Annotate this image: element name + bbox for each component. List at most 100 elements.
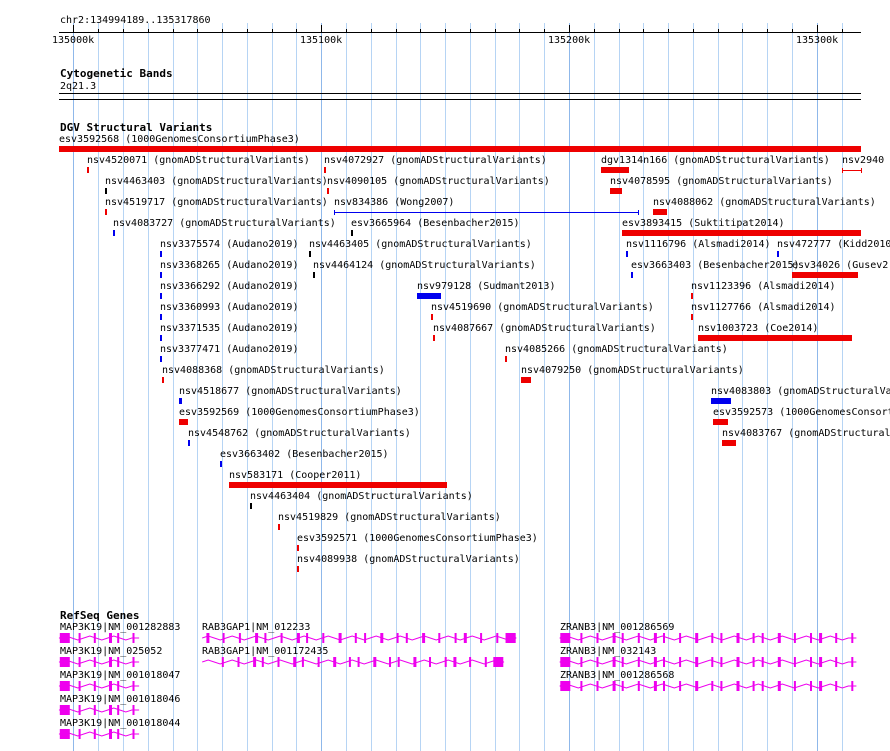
gene-exon <box>637 633 640 643</box>
refseq-gene-label[interactable]: RAB3GAP1|NM_001172435 <box>202 646 328 657</box>
gene-exon <box>221 657 224 667</box>
refseq-gene-model[interactable] <box>202 657 505 667</box>
refseq-gene-model[interactable] <box>58 657 140 667</box>
gene-exon <box>348 657 351 667</box>
gene-exon <box>93 633 96 643</box>
gene-exon <box>237 657 240 667</box>
gene-exon <box>777 657 781 667</box>
gene-exon <box>380 633 384 643</box>
gene-exon <box>711 681 714 691</box>
refseq-gene-model[interactable] <box>58 681 140 691</box>
refseq-gene-label[interactable]: ZRANB3|NM_001286568 <box>560 670 674 681</box>
gene-exon <box>736 681 740 691</box>
gene-exon <box>612 657 616 667</box>
refseq-gene-label[interactable]: RAB3GAP1|NM_012233 <box>202 622 310 633</box>
gene-exon <box>736 633 740 643</box>
gene-exon <box>322 633 325 643</box>
gene-exon <box>117 657 120 667</box>
gene-exon <box>596 681 599 691</box>
gene-exon <box>663 633 665 643</box>
gene-exon <box>132 729 135 739</box>
gene-exon <box>819 681 823 691</box>
gene-exon <box>835 633 838 643</box>
gene-exon <box>835 657 838 667</box>
refseq-gene-label[interactable]: MAP3K19|NM_001018044 <box>60 718 180 729</box>
gene-exon <box>93 681 96 691</box>
refseq-gene-label[interactable]: MAP3K19|NM_025052 <box>60 646 162 657</box>
gene-exon <box>296 633 300 643</box>
refseq-gene-label[interactable]: ZRANB3|NM_032143 <box>560 646 656 657</box>
gene-exon <box>364 633 367 643</box>
gene-exon <box>109 705 112 715</box>
gene-exon <box>679 633 682 643</box>
refseq-gene-model[interactable] <box>58 705 140 715</box>
refseq-gene-model[interactable] <box>559 681 857 691</box>
gene-exon <box>810 681 812 691</box>
gene-exon <box>484 657 487 667</box>
gene-exon <box>637 681 640 691</box>
gene-exon <box>132 657 135 667</box>
gene-exon <box>596 633 599 643</box>
gene-exon <box>695 681 699 691</box>
gene-exon <box>463 633 467 643</box>
gene-exon <box>333 657 337 667</box>
gene-exon <box>357 657 360 667</box>
gene-exon <box>653 633 657 643</box>
gene-exon <box>851 681 854 691</box>
refseq-gene-model[interactable] <box>559 633 857 643</box>
gene-exon <box>397 657 400 667</box>
gene-exon <box>109 681 112 691</box>
gene-exon <box>752 633 755 643</box>
gene-exon <box>580 681 583 691</box>
gene-exon <box>580 633 583 643</box>
refseq-gene-model[interactable] <box>202 633 517 643</box>
gene-exon <box>621 633 624 643</box>
gene-exon <box>109 729 112 739</box>
gene-exon <box>453 657 457 667</box>
gene-exon <box>354 633 357 643</box>
gene-exon <box>695 633 699 643</box>
refseq-gene-label[interactable]: ZRANB3|NM_001286569 <box>560 622 674 633</box>
gene-intron-line <box>59 635 140 641</box>
gene-exon <box>621 657 624 667</box>
gene-exon <box>752 681 755 691</box>
gene-exon <box>93 729 96 739</box>
gene-exon <box>810 657 812 667</box>
gene-exon <box>679 681 682 691</box>
gene-exon <box>373 657 377 667</box>
gene-exon <box>117 681 120 691</box>
gene-exon <box>261 657 264 667</box>
gene-exon <box>469 657 472 667</box>
gene-exon <box>117 633 120 643</box>
gene-exon <box>389 657 391 667</box>
refseq-gene-model[interactable] <box>58 729 140 739</box>
refseq-gene-label[interactable]: MAP3K19|NM_001018046 <box>60 694 180 705</box>
refseq-gene-model[interactable] <box>559 657 857 667</box>
refseq-gene-label[interactable]: MAP3K19|NM_001018047 <box>60 670 180 681</box>
gene-exon <box>396 633 399 643</box>
gene-exon <box>663 657 665 667</box>
gene-exon <box>253 657 257 667</box>
feature-tracks: esv3592568 (1000GenomesConsortiumPhase3)… <box>0 0 890 751</box>
gene-exon <box>653 681 657 691</box>
gene-exon <box>280 633 283 643</box>
refseq-gene-label[interactable]: MAP3K19|NM_001282883 <box>60 622 180 633</box>
gene-exon <box>429 657 431 667</box>
gene-exon <box>761 657 764 667</box>
gene-exon <box>306 633 309 643</box>
gene-exon <box>612 681 616 691</box>
gene-intron-line <box>202 635 516 641</box>
gene-intron-line <box>59 731 140 737</box>
refseq-gene-model[interactable] <box>58 633 140 643</box>
gene-exon <box>653 657 657 667</box>
gene-exon <box>851 657 854 667</box>
gene-exon <box>132 681 135 691</box>
gene-exon <box>761 681 764 691</box>
gene-exon <box>78 657 81 667</box>
gene-exon <box>637 657 640 667</box>
gene-exon <box>761 633 764 643</box>
gene-exon <box>206 633 210 643</box>
gene-exon <box>438 633 441 643</box>
gene-exon <box>109 657 112 667</box>
gene-exon <box>78 729 81 739</box>
